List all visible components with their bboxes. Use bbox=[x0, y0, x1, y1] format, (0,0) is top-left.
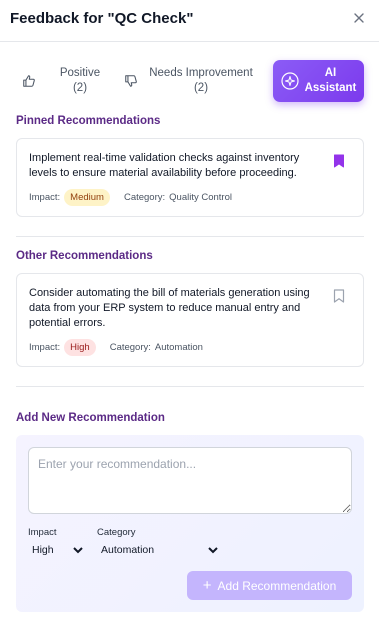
tab-positive[interactable]: Positive (2) bbox=[22, 60, 122, 102]
dialog-title: Feedback for "QC Check" bbox=[10, 10, 194, 27]
category-field-label: Category bbox=[97, 527, 136, 538]
sparkle-icon bbox=[281, 72, 299, 90]
bookmark-filled-icon[interactable] bbox=[333, 154, 345, 168]
other-section-title: Other Recommendations bbox=[16, 250, 153, 262]
recommendation-meta: Impact: Medium Category: Quality Control bbox=[29, 189, 232, 206]
add-recommendation-panel: Impact High Category Automation + Add Re… bbox=[16, 435, 364, 612]
tab-needs-improvement-label: Needs Improvement bbox=[149, 67, 253, 79]
recommendation-meta: Impact: High Category: Automation bbox=[29, 339, 203, 356]
category-label: Category: bbox=[123, 192, 166, 203]
close-icon[interactable] bbox=[353, 12, 365, 24]
tab-ai-assistant[interactable]: AI Assistant bbox=[273, 60, 364, 102]
section-divider bbox=[16, 386, 364, 387]
thumbs-up-icon bbox=[23, 75, 35, 87]
add-section-title: Add New Recommendation bbox=[16, 412, 165, 424]
tab-needs-improvement-count: (2) bbox=[193, 82, 209, 94]
tab-positive-count: (2) bbox=[72, 82, 88, 94]
tab-needs-improvement[interactable]: Needs Improvement (2) bbox=[124, 60, 264, 102]
pinned-section-title: Pinned Recommendations bbox=[16, 115, 161, 127]
category-value: Automation bbox=[154, 342, 203, 353]
impact-select[interactable]: High bbox=[28, 543, 86, 557]
impact-label: Impact: bbox=[29, 192, 61, 203]
plus-icon: + bbox=[202, 577, 212, 594]
feedback-tabs: Positive (2) Needs Improvement (2) AI As… bbox=[16, 60, 364, 102]
add-recommendation-label: Add Recommendation bbox=[217, 578, 337, 593]
bookmark-outline-icon[interactable] bbox=[333, 289, 345, 303]
recommendation-input[interactable] bbox=[28, 447, 352, 514]
recommendation-text: Consider automating the bill of material… bbox=[29, 287, 310, 329]
thumbs-down-icon bbox=[125, 75, 137, 87]
tab-ai-label-line2: Assistant bbox=[304, 82, 357, 94]
pinned-recommendation-card: Implement real-time validation checks ag… bbox=[16, 138, 364, 217]
impact-label: Impact: bbox=[29, 342, 61, 353]
category-select[interactable]: Automation bbox=[97, 543, 221, 557]
category-value: Quality Control bbox=[169, 192, 232, 203]
other-recommendation-card: Consider automating the bill of material… bbox=[16, 273, 364, 367]
impact-field-label: Impact bbox=[28, 527, 57, 538]
recommendation-text: Implement real-time validation checks ag… bbox=[29, 152, 300, 179]
tab-positive-label: Positive bbox=[59, 67, 101, 79]
dialog-header: Feedback for "QC Check" bbox=[0, 0, 379, 42]
tab-ai-label-line1: AI bbox=[324, 67, 337, 79]
section-divider bbox=[16, 236, 364, 237]
add-recommendation-button[interactable]: + Add Recommendation bbox=[187, 571, 352, 600]
category-label: Category: bbox=[109, 342, 151, 353]
impact-badge: Medium bbox=[64, 189, 110, 206]
impact-badge: High bbox=[64, 339, 96, 356]
